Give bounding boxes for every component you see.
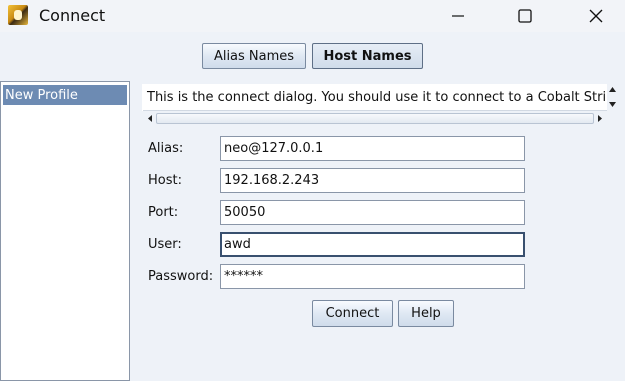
description-vertical-scrollbar[interactable]	[607, 84, 618, 111]
scroll-left-arrow-icon[interactable]	[144, 112, 156, 125]
host-field[interactable]	[220, 168, 525, 193]
maximize-icon	[518, 9, 532, 23]
scroll-up-arrow-icon[interactable]	[607, 85, 618, 97]
user-field[interactable]	[220, 232, 525, 257]
host-label: Host:	[148, 173, 182, 188]
user-label: User:	[148, 237, 182, 252]
port-field[interactable]	[220, 200, 525, 225]
close-icon	[589, 9, 603, 23]
port-label: Port:	[148, 205, 179, 220]
window-title: Connect	[39, 6, 106, 25]
alias-field[interactable]	[220, 136, 525, 161]
scroll-down-arrow-icon[interactable]	[607, 98, 618, 110]
title-bar: Connect	[0, 0, 625, 32]
scroll-right-arrow-icon[interactable]	[594, 112, 606, 125]
host-names-button[interactable]: Host Names	[312, 43, 423, 69]
description-text: This is the connect dialog. You should u…	[147, 90, 607, 105]
app-icon	[8, 5, 28, 25]
scrollbar-thumb[interactable]	[156, 113, 594, 124]
maximize-button[interactable]	[502, 0, 548, 32]
close-button[interactable]	[573, 0, 619, 32]
description-horizontal-scrollbar[interactable]	[143, 110, 607, 126]
password-field[interactable]	[220, 264, 525, 289]
alias-names-button[interactable]: Alias Names	[202, 43, 306, 69]
help-button[interactable]: Help	[398, 300, 454, 327]
minimize-icon	[452, 15, 464, 17]
alias-label: Alias:	[148, 141, 184, 156]
profile-list[interactable]: New Profile	[0, 81, 130, 381]
description-panel: This is the connect dialog. You should u…	[142, 84, 607, 111]
connect-button[interactable]: Connect	[312, 300, 393, 327]
minimize-button[interactable]	[435, 0, 481, 32]
profile-list-item[interactable]: New Profile	[3, 85, 127, 105]
password-label: Password:	[148, 269, 214, 284]
